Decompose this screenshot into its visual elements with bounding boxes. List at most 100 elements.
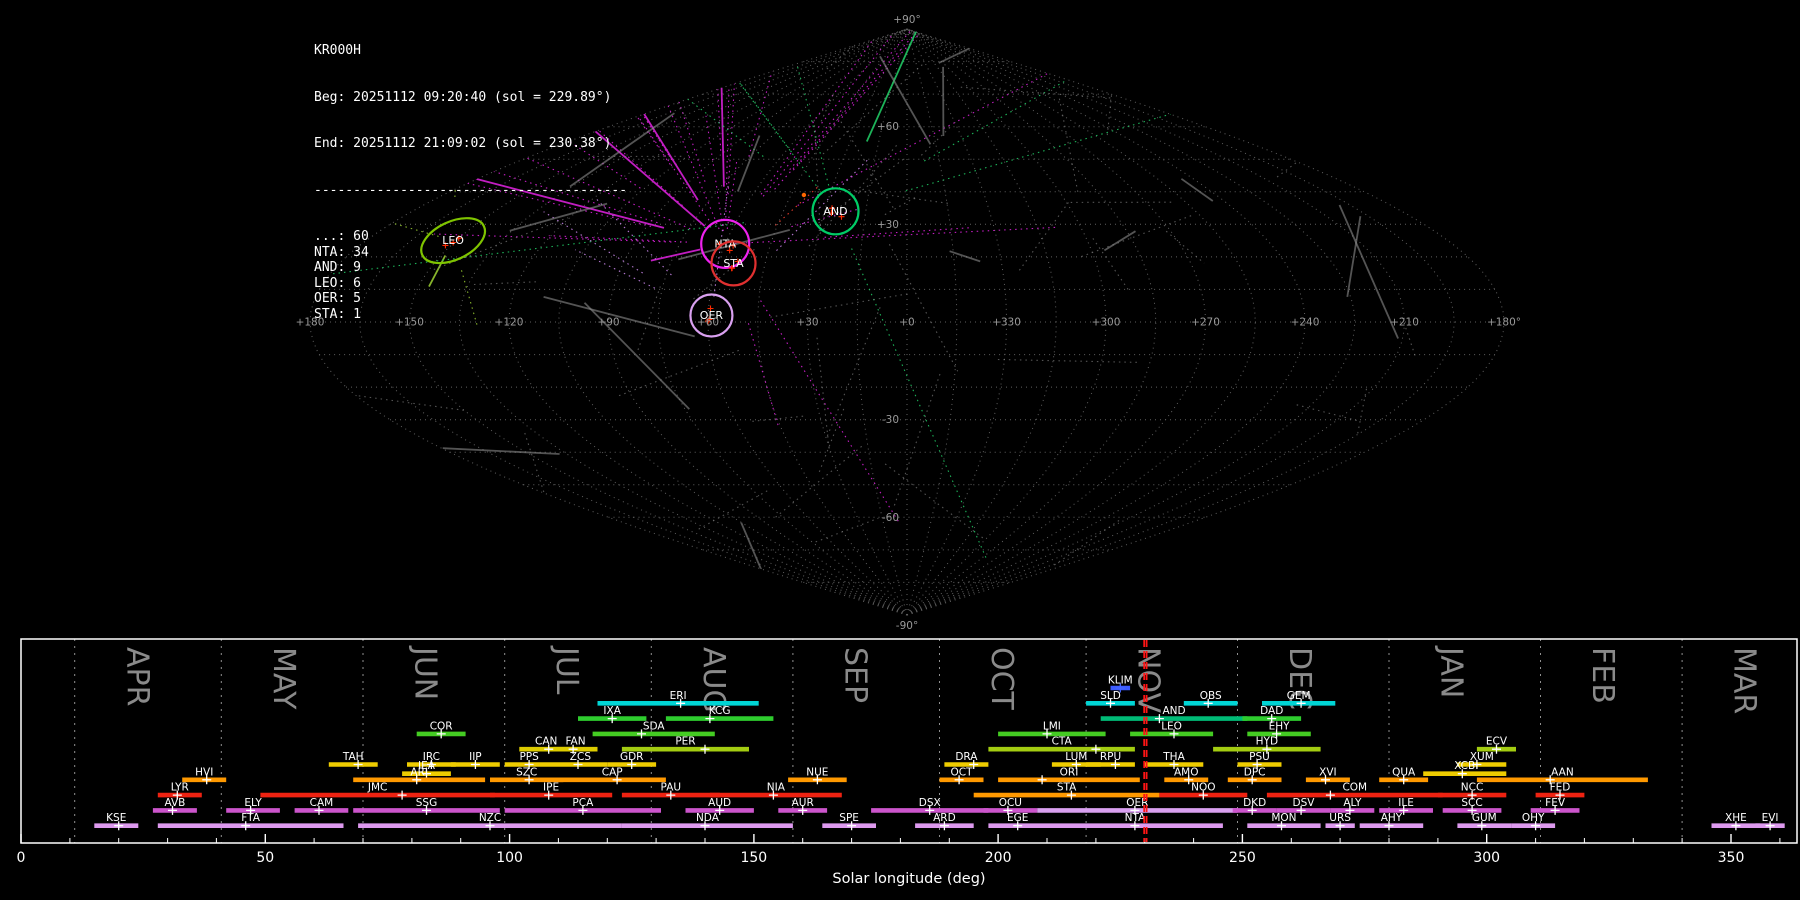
station-id: KR000H [314,43,361,58]
shower-code-label: SPE [839,812,859,824]
meteor-trail [1052,520,1120,567]
shower-code-label: COR [430,720,453,732]
shower-code-label: PPS [519,751,539,763]
shower-bar-XHE: XHE [1711,812,1761,831]
meteor-trail [698,488,771,530]
meteor-trail [960,86,1111,99]
meteor-trail [762,29,999,197]
latitude-label: +60 [877,121,899,133]
shower-code-label: QUA [1392,766,1416,778]
longitude-label: +330 [992,317,1021,329]
shower-bar-ARD: ARD [915,812,974,831]
radiant-code-label: STA [723,257,744,270]
shower-bar-PAU: PAU [621,782,720,800]
shower-bar-CAM: CAM [294,797,349,815]
shower-code-label: SCC [1461,797,1482,809]
shower-bar-DKD: DKD [1232,797,1277,815]
shower-code-label: FAN [565,736,585,748]
shower-code-label: DRA [955,751,978,763]
shower-code-label: JMC [367,782,388,794]
shower-code-label: FTA [241,812,260,824]
shower-code-label: ELY [244,797,262,809]
shower-bar-DSX: DSX [871,797,989,815]
shower-code-label: COM [1342,782,1367,794]
shower-code-label: LEO [1161,720,1182,732]
shower-bar-CAP: CAP [558,766,666,785]
shower-code-label: EHY [1269,720,1291,732]
shower-bar-AVB: AVB [152,797,197,815]
shower-count-list: ...: 60 NTA: 34 AND: 9 LEO: 6 OER: 5 STA… [314,229,369,322]
meteor-trail [816,335,830,449]
month-label-FEB: FEB [1585,647,1620,704]
meteor-observation-summary: LEO NTA STA AND OER +180 +150 +120 +90 +60 +30 +0 +3… [0,0,1800,900]
shower-code-label: AUD [708,797,731,809]
shower-bar-KSE: KSE [94,812,139,831]
meteor-trail [1357,387,1368,434]
meteor-trail [1058,98,1079,195]
shower-code-label: GEM [1287,690,1311,702]
shower-code-label: AUR [792,797,814,809]
begin-time-line: Beg: 20251112 09:20:40 (sol = 229.89°) [314,89,612,105]
longitude-label: +0 [899,317,914,329]
meteor-trail [727,29,742,195]
shower-code-label: EGE [1007,812,1028,824]
shower-code-label: FED [1550,782,1571,794]
shower-bar-GUM: GUM [1457,812,1512,831]
shower-code-label: NUE [806,766,828,778]
meteor-trail [1276,123,1348,178]
meteor-trail [766,293,908,319]
meteor-trail [747,323,780,428]
shower-code-label: AVB [164,797,185,809]
shower-bar-NUE: NUE [788,766,847,785]
meteor-trail [349,394,464,411]
shower-code-label: DSX [919,797,941,809]
shower-bar-ZCS: ZCS [553,751,608,769]
meteor-trail [888,244,959,372]
meteor-trail [1106,29,1123,136]
meteor-trail [1165,230,1205,264]
shower-bar-JMC: JMC [260,782,495,800]
meteor-trail [775,444,865,518]
month-label-JUL: JUL [549,645,584,695]
axis-tick-label: 150 [740,850,767,866]
meteor-trail [713,29,725,187]
shower-bar-KCG: KCG [665,705,774,724]
shower-code-label: CAP [602,766,623,778]
axis-tick-label: 200 [985,850,1012,866]
shower-code-label: NOO [1191,782,1215,794]
shower-code-label: XVI [1319,766,1336,778]
shower-bar-IIP: IIP [450,751,500,769]
shower-code-label: DSV [1293,797,1316,809]
shower-code-label: ZCS [570,751,592,763]
meteor-trail [774,29,1042,190]
meteor-trail [826,305,882,437]
meteor-trail [828,186,948,204]
meteor-trail [725,29,732,218]
shower-code-label: OBS [1200,690,1222,702]
latitude-label: -30 [882,414,899,426]
longitude-label: +60 [697,317,719,329]
shower-bar-COR: COR [416,720,466,739]
shower-bar-SPE: SPE [822,812,876,831]
longitude-label: +180° [1487,317,1521,329]
south-pole-label: -90° [896,620,918,632]
north-pole-label: +90° [893,14,920,26]
shower-bar-NTA: NTA [1047,812,1223,831]
shower-bar-DPC: DPC [1227,766,1282,785]
shower-code-label: GUM [1472,812,1497,824]
shower-bar-SLD: SLD [1086,690,1135,708]
shower-bar-SDA: SDA [592,720,715,739]
shower-code-label: CAM [310,797,334,809]
x-axis-title: Solar longitude (deg) [832,871,985,887]
month-label-MAR: MAR [1727,647,1762,714]
shower-code-label: NTA [1125,812,1146,824]
longitude-label: +30 [796,317,818,329]
shower-bar-IPE: IPE [490,782,613,800]
shower-code-label: XHE [1725,812,1747,824]
shower-code-label: SLD [1100,690,1121,702]
meridian-line [806,28,908,616]
axis-tick-label: 50 [256,850,274,866]
shower-code-label: NIA [767,782,786,794]
shower-code-label: LUM [1065,751,1087,763]
meteor-trail [726,158,738,229]
